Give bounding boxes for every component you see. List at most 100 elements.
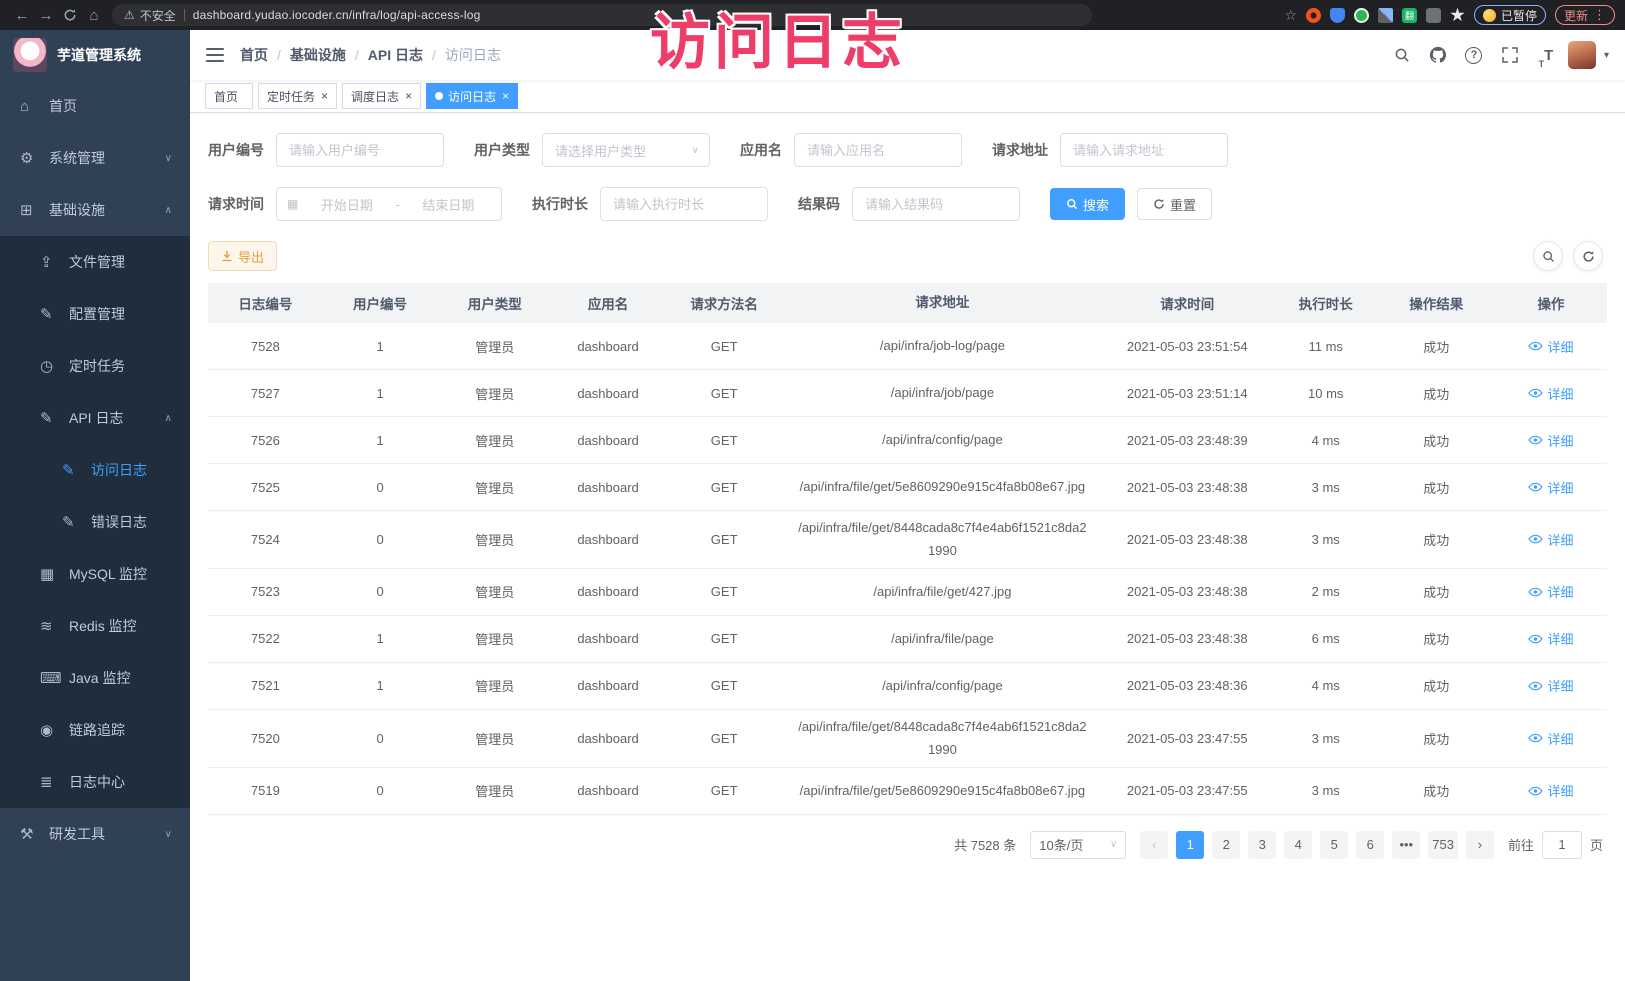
- close-icon[interactable]: ×: [502, 89, 509, 103]
- tab[interactable]: 调度日志 ×: [342, 83, 421, 109]
- browser-home-icon[interactable]: ⌂: [82, 3, 106, 27]
- close-icon[interactable]: ×: [321, 89, 328, 103]
- address-bar[interactable]: ⚠ 不安全 dashboard.yudao.iocoder.cn/infra/l…: [112, 4, 1092, 26]
- detail-link[interactable]: 详细: [1528, 384, 1573, 403]
- result-code-label: 结果码: [798, 194, 840, 214]
- detail-link[interactable]: 详细: [1528, 530, 1573, 549]
- refresh-button[interactable]: [1573, 241, 1603, 271]
- page-size-select[interactable]: 10条/页 ∨: [1030, 831, 1126, 859]
- extension-key-icon[interactable]: [1426, 8, 1441, 23]
- detail-link[interactable]: 详细: [1528, 337, 1573, 356]
- sidebar-item[interactable]: ⚙ 系统管理 ∨: [0, 132, 190, 184]
- breadcrumb-link[interactable]: 基础设施: [290, 45, 346, 65]
- page-number-button[interactable]: 5: [1320, 831, 1348, 859]
- page-number-button[interactable]: 3: [1248, 831, 1276, 859]
- tab[interactable]: 首页: [205, 83, 253, 109]
- extension-shield-icon[interactable]: [1330, 8, 1345, 23]
- goto-page-input[interactable]: [1542, 831, 1582, 859]
- result-cell: 成功: [1377, 781, 1495, 800]
- font-size-icon[interactable]: TT: [1532, 41, 1560, 69]
- detail-link[interactable]: 详细: [1528, 629, 1573, 648]
- sidebar-item[interactable]: ⇪ 文件管理: [0, 236, 190, 288]
- github-icon[interactable]: [1424, 41, 1452, 69]
- search-icon[interactable]: [1388, 41, 1416, 69]
- export-button[interactable]: 导出: [208, 241, 277, 271]
- app-name-input[interactable]: [794, 133, 962, 167]
- close-icon[interactable]: ×: [405, 89, 412, 103]
- emoji-icon: [1483, 9, 1496, 22]
- detail-link[interactable]: 详细: [1528, 431, 1573, 450]
- tab[interactable]: 访问日志 ×: [426, 83, 518, 109]
- page-number-button[interactable]: 6: [1356, 831, 1384, 859]
- browser-menu-icon[interactable]: ⋮: [1593, 7, 1606, 23]
- sidebar-item[interactable]: ✎ 错误日志: [0, 496, 190, 548]
- page-number-button[interactable]: 1: [1176, 831, 1204, 859]
- trace-icon: ◉: [40, 721, 64, 739]
- sidebar-item[interactable]: ⌂ 首页: [0, 80, 190, 132]
- request-url-input[interactable]: [1060, 133, 1228, 167]
- extension-grid-icon[interactable]: [1378, 8, 1393, 23]
- browser-reload-icon[interactable]: [58, 3, 82, 27]
- tab-label: 访问日志: [448, 88, 496, 105]
- method-cell: GET: [664, 731, 784, 746]
- detail-link[interactable]: 详细: [1528, 478, 1573, 497]
- user-id-input[interactable]: [276, 133, 444, 167]
- fullscreen-icon[interactable]: [1496, 41, 1524, 69]
- page-number-button[interactable]: 2: [1212, 831, 1240, 859]
- date-range-picker[interactable]: ▦ 开始日期 - 结束日期: [276, 187, 502, 221]
- browser-back-icon[interactable]: ←: [10, 3, 34, 27]
- prev-page-button[interactable]: ‹: [1140, 831, 1168, 859]
- bookmark-star-icon[interactable]: ☆: [1284, 7, 1297, 24]
- extension-translate-icon[interactable]: 翻: [1402, 8, 1417, 23]
- extensions-puzzle-icon[interactable]: [1450, 8, 1465, 23]
- java-monitor-icon: ⌨: [40, 669, 64, 687]
- update-button[interactable]: 更新 ⋮: [1555, 5, 1615, 25]
- sidebar-item[interactable]: ◉ 链路追踪: [0, 704, 190, 756]
- breadcrumb-link[interactable]: 首页: [240, 45, 268, 65]
- sidebar-item[interactable]: ◷ 定时任务: [0, 340, 190, 392]
- warning-icon: ⚠: [124, 8, 135, 22]
- page-number-button[interactable]: 4: [1284, 831, 1312, 859]
- user-type-select[interactable]: 请选择用户类型 ∨: [542, 133, 710, 167]
- result-code-input[interactable]: [852, 187, 1020, 221]
- hamburger-icon[interactable]: [206, 47, 224, 63]
- sidebar-item[interactable]: ≋ Redis 监控: [0, 600, 190, 652]
- sidebar-item[interactable]: ⊞ 基础设施 ∧: [0, 184, 190, 236]
- sidebar-item[interactable]: ✎ 访问日志: [0, 444, 190, 496]
- paused-badge[interactable]: 已暂停: [1474, 5, 1546, 25]
- app-name-cell: dashboard: [552, 532, 664, 547]
- sidebar-item[interactable]: ≣ 日志中心: [0, 756, 190, 808]
- help-icon[interactable]: ?: [1460, 41, 1488, 69]
- extension-orange-icon[interactable]: [1306, 8, 1321, 23]
- browser-forward-icon[interactable]: →: [34, 3, 58, 27]
- file-upload-icon: ⇪: [40, 253, 64, 271]
- method-cell: GET: [664, 783, 784, 798]
- detail-link[interactable]: 详细: [1528, 729, 1573, 748]
- detail-link[interactable]: 详细: [1528, 582, 1573, 601]
- caret-down-icon[interactable]: ▾: [1604, 50, 1609, 61]
- page-number-button[interactable]: •••: [1392, 831, 1420, 859]
- sidebar-item[interactable]: ⚒ 研发工具 ∨: [0, 808, 190, 860]
- search-button[interactable]: 搜索: [1050, 188, 1125, 220]
- sidebar-item[interactable]: ▦ MySQL 监控: [0, 548, 190, 600]
- breadcrumb-link[interactable]: 访问日志: [445, 45, 501, 65]
- sidebar-item[interactable]: ✎ 配置管理: [0, 288, 190, 340]
- detail-link[interactable]: 详细: [1528, 781, 1573, 800]
- page-number-button[interactable]: 753: [1428, 831, 1458, 859]
- detail-link[interactable]: 详细: [1528, 676, 1573, 695]
- sidebar-item[interactable]: ✎ API 日志 ∧: [0, 392, 190, 444]
- toggle-search-button[interactable]: [1533, 241, 1563, 271]
- end-date-placeholder: 结束日期: [406, 195, 491, 214]
- breadcrumb-link[interactable]: API 日志: [368, 45, 423, 65]
- method-cell: GET: [664, 532, 784, 547]
- reset-button[interactable]: 重置: [1137, 188, 1212, 220]
- extension-green-icon[interactable]: [1354, 8, 1369, 23]
- access-log-table: 日志编号用户编号用户类型应用名请求方法名请求地址请求时间执行时长操作结果操作 7…: [208, 283, 1607, 815]
- app-name-cell: dashboard: [552, 339, 664, 354]
- sidebar-item[interactable]: ⌨ Java 监控: [0, 652, 190, 704]
- tab[interactable]: 定时任务 ×: [258, 83, 337, 109]
- user-avatar[interactable]: [1568, 41, 1596, 69]
- duration-input[interactable]: [600, 187, 768, 221]
- table-row: 7524 0 管理员 dashboard GET /api/infra/file…: [208, 511, 1607, 569]
- next-page-button[interactable]: ›: [1466, 831, 1494, 859]
